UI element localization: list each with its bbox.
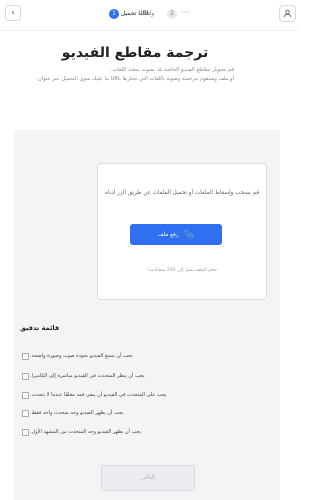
page-description: قم بتحويل مقاطع الفيديو الخاصة بك بصوت م… (8, 66, 234, 84)
checkbox[interactable] (22, 410, 29, 417)
checklist-item[interactable]: يجب أن ينظر المتحدث في الفيديو مباشرة إل… (22, 372, 262, 382)
checkbox[interactable] (22, 429, 29, 436)
step-1-indicator: 1 (109, 9, 119, 19)
checklist-title: قائمة تدقيق (20, 324, 60, 332)
checklist-item[interactable]: يجب أن يظهر الفيديو وجه متحدث واحد فقط. (22, 409, 262, 419)
checklist-item[interactable]: يجب أن يظهر الفيديو وجه المتحدث من المشه… (22, 428, 262, 438)
step-2-label: واتلف (139, 10, 155, 17)
page: ‹ 1 URL تحميل واتلف 2 ··· ترجمة مقاطع ال… (0, 0, 300, 500)
checklist-item-label: يجب على المتحدث في الفيديو أن يبقى فمه م… (30, 392, 167, 398)
upload-button-label: رفع ملف (157, 232, 179, 238)
upload-hint: قم بسحب وإسقاط الملفات أو تحميل الملفات … (105, 190, 259, 196)
upload-file-button[interactable]: 📎 رفع ملف (130, 224, 222, 245)
checklist-item[interactable]: يجب على المتحدث في الفيديو أن يبقى فمه م… (22, 391, 262, 401)
step-1-number: 1 (112, 10, 116, 17)
checklist-item-label: يجب أن يظهر الفيديو وجه متحدث واحد فقط. (30, 410, 124, 416)
more-options-button[interactable]: ··· (180, 8, 190, 18)
description-line-1: قم بتحويل مقاطع الفيديو الخاصة بك بصوت م… (110, 67, 234, 73)
top-bar: ‹ 1 URL تحميل واتلف 2 ··· (0, 0, 300, 31)
page-title: ترجمة مقاطع الفيديو (61, 45, 209, 61)
paperclip-icon: 📎 (184, 230, 195, 239)
checklist-item-label: يجب أن يظهر الفيديو وجه المتحدث من المشه… (30, 429, 142, 435)
description-line-2: أو ملف وسنقوم بترجمته وصوته باللغات التي… (37, 76, 234, 82)
user-button[interactable] (279, 5, 296, 22)
back-arrow-icon: ‹ (11, 8, 15, 18)
back-button[interactable]: ‹ (5, 5, 21, 21)
step-2-indicator: 2 (167, 9, 177, 19)
step-2-number: 2 (170, 10, 174, 17)
checkbox[interactable] (22, 353, 29, 360)
checkbox[interactable] (22, 373, 29, 380)
upload-size-note: حجم الملف يصل إلى 200 ميجابايت! (146, 268, 218, 273)
upload-dropzone[interactable]: قم بسحب وإسقاط الملفات أو تحميل الملفات … (97, 163, 267, 300)
next-button[interactable]: التالي (101, 465, 195, 491)
checklist-item[interactable]: يجب أن يتمتع الفيديو بجودة صوت وصورة واض… (22, 352, 262, 362)
checklist-item-label: يجب أن يتمتع الفيديو بجودة صوت وصورة واض… (30, 353, 133, 359)
checklist-item-label: يجب أن ينظر المتحدث في الفيديو مباشرة إل… (30, 373, 145, 379)
checkbox[interactable] (22, 392, 29, 399)
user-icon (283, 9, 292, 18)
